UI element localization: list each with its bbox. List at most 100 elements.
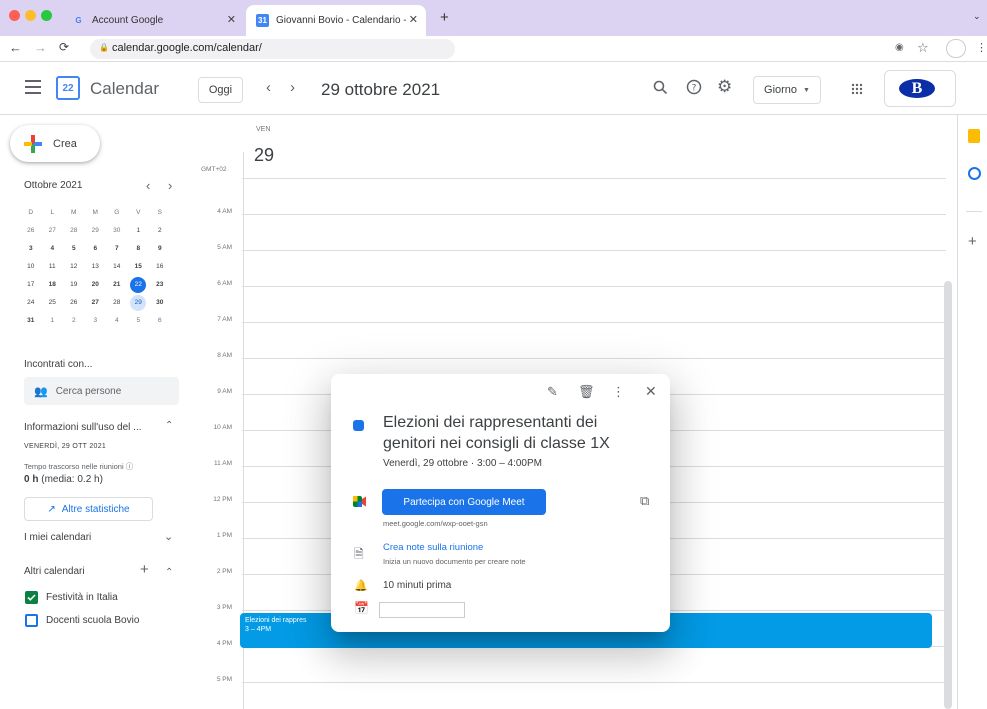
mini-day[interactable]: 10 [20, 258, 42, 276]
next-day-icon[interactable]: › [290, 79, 295, 96]
close-tab-icon[interactable]: ✕ [227, 13, 236, 26]
mini-day[interactable]: 2 [149, 222, 171, 240]
today-button[interactable]: Oggi [198, 77, 243, 103]
mini-day[interactable]: 30 [149, 294, 171, 312]
mini-day[interactable]: 1 [42, 312, 64, 330]
mini-day[interactable]: 28 [63, 222, 85, 240]
add-calendar-icon[interactable]: + [140, 561, 149, 578]
mini-day[interactable]: 6 [149, 312, 171, 330]
keep-icon[interactable] [968, 129, 980, 143]
browser-menu-icon[interactable]: ⋮ [976, 41, 987, 54]
mini-day[interactable]: 28 [106, 294, 128, 312]
join-meet-button[interactable]: Partecipa con Google Meet [382, 489, 546, 515]
mini-day[interactable]: 19 [63, 276, 85, 294]
mini-day[interactable]: 11 [42, 258, 64, 276]
mini-day[interactable]: 1 [128, 222, 150, 240]
calendar-label-festivita: Festività in Italia [46, 592, 118, 603]
mini-day[interactable]: 3 [85, 312, 107, 330]
extension-icon[interactable]: ◉ [895, 42, 904, 53]
more-options-icon[interactable]: ⋮ [612, 384, 625, 400]
mini-day[interactable]: 20 [85, 276, 107, 294]
edit-pencil-icon[interactable]: ✎ [547, 384, 558, 400]
previous-day-icon[interactable]: ‹ [266, 79, 271, 96]
window-close-button[interactable] [9, 10, 20, 21]
mini-prev-month-icon[interactable]: ‹ [146, 178, 150, 193]
mini-day[interactable]: 2 [63, 312, 85, 330]
mini-day[interactable]: 7 [106, 240, 128, 258]
mini-day[interactable]: 8 [128, 240, 150, 258]
mini-day[interactable]: 26 [20, 222, 42, 240]
new-tab-button[interactable]: + [440, 9, 449, 26]
more-stats-button[interactable]: ↗ Altre statistiche [24, 497, 153, 521]
mini-day[interactable]: 14 [106, 258, 128, 276]
mini-day[interactable]: 5 [128, 312, 150, 330]
plus-color-icon [24, 134, 42, 153]
mini-day[interactable]: 12 [63, 258, 85, 276]
tab-title: Account Google [92, 15, 164, 26]
other-calendars-heading[interactable]: Altri calendari [24, 566, 85, 577]
browser-tab-account[interactable]: G Account Google ✕ [62, 5, 244, 36]
apps-grid-icon[interactable] [851, 82, 863, 95]
window-minimize-button[interactable] [25, 10, 36, 21]
help-icon[interactable]: ? [686, 79, 702, 100]
calendar-checkbox-docenti[interactable] [25, 614, 38, 627]
settings-gear-icon[interactable]: ⚙ [717, 77, 732, 97]
grid-line [242, 286, 946, 287]
hour-label: 11 AM [214, 460, 232, 467]
mini-day[interactable]: 15 [128, 258, 150, 276]
scrollbar[interactable] [944, 281, 952, 709]
mini-day[interactable]: 31 [20, 312, 42, 330]
create-notes-link[interactable]: Crea note sulla riunione [383, 542, 483, 553]
mini-day[interactable]: 23 [149, 276, 171, 294]
calendar-checkbox-festivita[interactable] [25, 591, 38, 604]
window-maximize-button[interactable] [41, 10, 52, 21]
mini-day[interactable]: 30 [106, 222, 128, 240]
main-menu-icon[interactable] [25, 80, 41, 94]
forward-arrow-icon[interactable]: → [34, 40, 47, 55]
mini-day[interactable]: 24 [20, 294, 42, 312]
mini-day[interactable]: 18 [42, 276, 64, 294]
meet-link[interactable]: meet.google.com/wxp-ooet-gsn [383, 519, 488, 528]
browser-tab-calendar[interactable]: 31 Giovanni Bovio - Calendario - ✕ [246, 5, 426, 36]
mini-day[interactable]: 17 [20, 276, 42, 294]
mini-day[interactable]: 25 [42, 294, 64, 312]
tasks-icon[interactable] [968, 167, 981, 180]
chevron-up-icon[interactable]: ⌃ [165, 420, 173, 431]
search-people-input[interactable]: 👥 Cerca persone [24, 377, 179, 405]
mini-day[interactable]: 27 [42, 222, 64, 240]
tab-list-chevron-icon[interactable]: ⌄ [973, 11, 981, 22]
account-logo-box[interactable]: B [884, 70, 956, 107]
chevron-down-icon[interactable]: ⌄ [164, 530, 173, 543]
reload-icon[interactable]: ⟳ [59, 40, 69, 54]
mini-day[interactable]: 27 [85, 294, 107, 312]
close-tab-icon[interactable]: ✕ [409, 13, 418, 26]
mini-day[interactable]: 3 [20, 240, 42, 258]
mini-day[interactable]: 29 [85, 222, 107, 240]
my-calendars-heading[interactable]: I miei calendari [24, 532, 91, 543]
mini-day[interactable]: 6 [85, 240, 107, 258]
chevron-up-icon[interactable]: ⌃ [165, 567, 173, 578]
mini-day[interactable]: 5 [63, 240, 85, 258]
mini-day[interactable]: 26 [63, 294, 85, 312]
profile-icon[interactable] [946, 39, 966, 58]
search-icon[interactable] [653, 80, 668, 100]
back-arrow-icon[interactable]: ← [9, 40, 22, 55]
mini-day[interactable]: 16 [149, 258, 171, 276]
url-field[interactable]: 🔒 calendar.google.com/calendar/ [90, 39, 455, 59]
view-select[interactable]: Giorno ▼ [753, 76, 821, 104]
create-button[interactable]: Crea [10, 125, 100, 162]
mini-day[interactable]: 13 [85, 258, 107, 276]
close-icon[interactable]: ✕ [645, 383, 657, 400]
mini-day[interactable]: 4 [42, 240, 64, 258]
insights-heading[interactable]: Informazioni sull'uso del ... [24, 422, 142, 433]
mini-day[interactable]: 21 [106, 276, 128, 294]
bookmark-star-icon[interactable]: ☆ [917, 40, 929, 56]
delete-trash-icon[interactable]: 🗑 [578, 384, 595, 400]
mini-day[interactable]: 4 [106, 312, 128, 330]
mini-day-today[interactable]: 22 [130, 277, 147, 293]
add-addon-icon[interactable]: + [968, 233, 977, 250]
mini-day-selected[interactable]: 29 [130, 295, 147, 311]
mini-day[interactable]: 9 [149, 240, 171, 258]
mini-next-month-icon[interactable]: › [168, 178, 172, 193]
copy-icon[interactable]: ⧉ [640, 493, 649, 509]
